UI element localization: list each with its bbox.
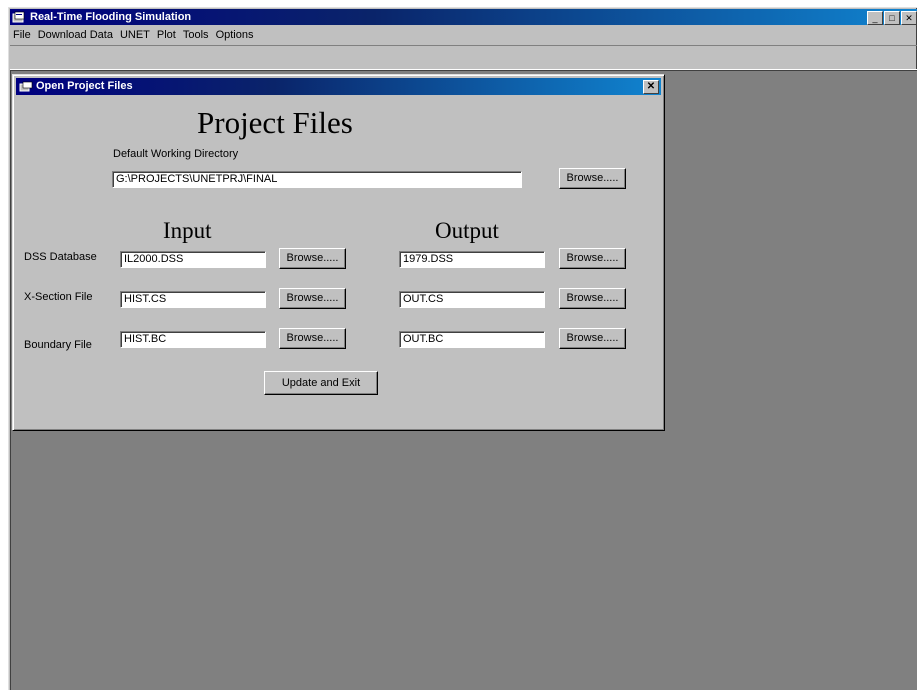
x-section-output-field[interactable]: OUT.CS — [399, 291, 545, 308]
close-icon: ✕ — [646, 81, 656, 92]
close-icon: ✕ — [905, 12, 913, 23]
browse-dss-input-button[interactable]: Browse..... — [279, 248, 346, 269]
menu-options[interactable]: Options — [213, 26, 258, 44]
dialog-title: Open Project Files — [36, 80, 133, 92]
dss-database-label: DSS Database — [24, 251, 97, 263]
app-icon — [12, 11, 25, 23]
x-section-input-field[interactable]: HIST.CS — [120, 291, 266, 308]
dialog-icon — [19, 81, 33, 92]
browse-x-section-input-button[interactable]: Browse..... — [279, 288, 346, 309]
app-title-bar[interactable]: Real-Time Flooding Simulation _ □ ✕ — [10, 9, 917, 25]
browse-working-dir-button[interactable]: Browse..... — [559, 168, 626, 189]
output-heading: Output — [435, 218, 499, 243]
menu-unet[interactable]: UNET — [117, 26, 154, 44]
x-section-file-label: X-Section File — [24, 291, 93, 303]
menu-file[interactable]: File — [10, 26, 35, 44]
maximize-icon: □ — [889, 12, 895, 23]
boundary-input-field[interactable]: HIST.BC — [120, 331, 266, 348]
browse-dss-output-button[interactable]: Browse..... — [559, 248, 626, 269]
update-and-exit-button[interactable]: Update and Exit — [264, 371, 378, 395]
menu-plot[interactable]: Plot — [154, 26, 180, 44]
open-project-files-dialog: Open Project Files ✕ Project Files Defau… — [12, 74, 665, 431]
boundary-output-field[interactable]: OUT.BC — [399, 331, 545, 348]
menu-download-data[interactable]: Download Data — [35, 26, 117, 44]
app-title: Real-Time Flooding Simulation — [30, 11, 192, 23]
dss-input-field[interactable]: IL2000.DSS — [120, 251, 266, 268]
browse-boundary-input-button[interactable]: Browse..... — [279, 328, 346, 349]
dialog-close-button[interactable]: ✕ — [643, 80, 659, 94]
maximize-button[interactable]: □ — [884, 11, 900, 25]
menu-bar: File Download Data UNET Plot Tools Optio… — [10, 26, 917, 44]
toolbar — [10, 45, 917, 70]
menu-tools[interactable]: Tools — [180, 26, 213, 44]
page-title: Project Files — [197, 105, 353, 140]
close-button[interactable]: ✕ — [901, 11, 917, 25]
browse-boundary-output-button[interactable]: Browse..... — [559, 328, 626, 349]
dss-output-field[interactable]: 1979.DSS — [399, 251, 545, 268]
browse-x-section-output-button[interactable]: Browse..... — [559, 288, 626, 309]
minimize-button[interactable]: _ — [867, 11, 883, 25]
working-directory-field[interactable]: G:\PROJECTS\UNETPRJ\FINAL — [112, 171, 522, 188]
minimize-icon: _ — [872, 12, 878, 23]
input-heading: Input — [163, 218, 212, 243]
boundary-file-label: Boundary File — [24, 339, 92, 351]
dialog-title-bar[interactable]: Open Project Files ✕ — [16, 78, 661, 95]
working-directory-label: Default Working Directory — [113, 148, 239, 160]
